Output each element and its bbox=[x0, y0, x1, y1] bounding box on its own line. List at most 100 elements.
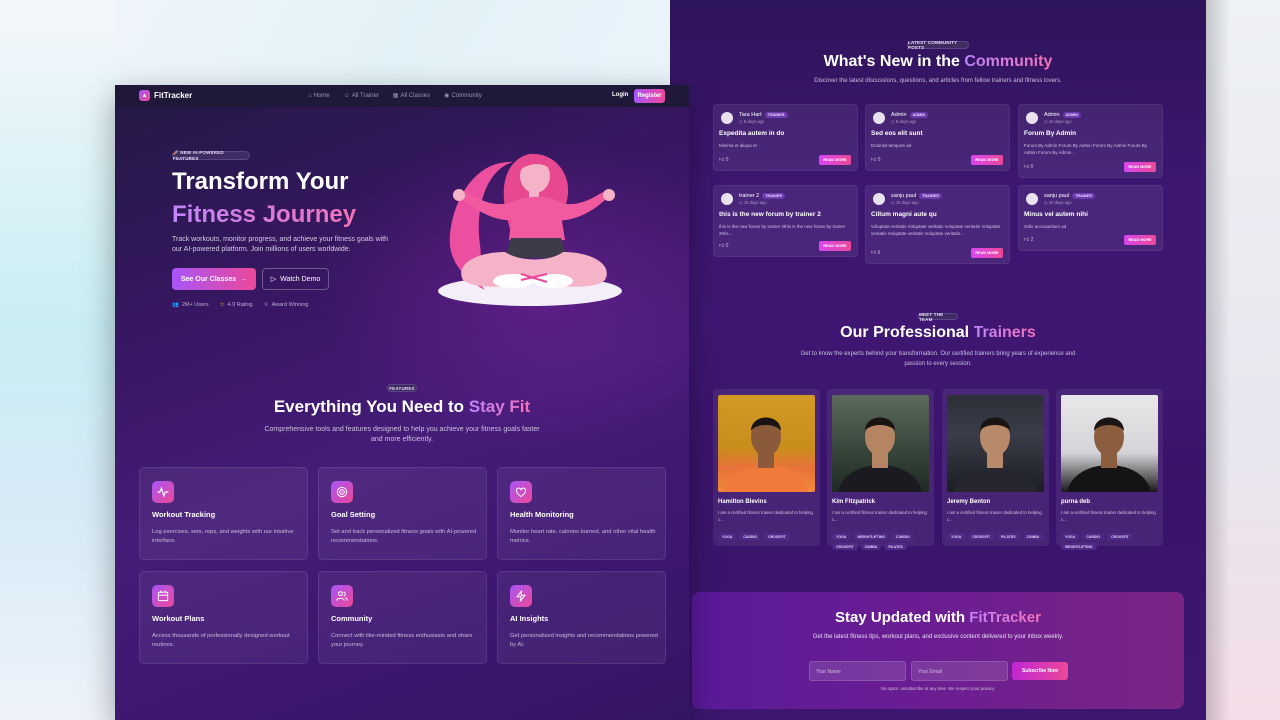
post-author: sanju paul TRAINER bbox=[1044, 193, 1095, 199]
subscribe-button[interactable]: Subscribe Now bbox=[1012, 662, 1068, 680]
target-icon bbox=[331, 481, 353, 503]
landing-page-panel: ▲ FitTracker ⌂ Home ☺ All Trainer ▦ All Cla… bbox=[115, 85, 689, 720]
like-count[interactable]: 👍︎ 6 bbox=[871, 250, 880, 256]
watch-demo-button[interactable]: ▷ Watch Demo bbox=[262, 268, 329, 290]
brand-name: FitTracker bbox=[154, 91, 193, 100]
nav-community[interactable]: ◉ Community bbox=[444, 92, 482, 100]
read-more-button[interactable]: READ MORE bbox=[971, 155, 1003, 165]
thumbs-up-icon: 👍︎ bbox=[719, 243, 725, 249]
features-badge: FEATURES bbox=[387, 384, 417, 392]
community-post-card[interactable]: trainer 2 TRAINER ◷ 10 days ago this is t… bbox=[713, 185, 858, 257]
post-author: sanju paul TRAINER bbox=[891, 193, 942, 199]
yoga-illustration bbox=[438, 153, 622, 306]
register-button[interactable]: Register bbox=[634, 89, 665, 103]
read-more-button[interactable]: READ MORE bbox=[971, 248, 1003, 258]
specialty-tag: YOGA bbox=[1061, 533, 1080, 540]
avatar bbox=[721, 193, 733, 205]
email-input[interactable]: Your Email bbox=[911, 661, 1008, 681]
feature-description: Access thousands of professionally desig… bbox=[152, 633, 290, 648]
specialty-tags: YOGA CROSSFIT PILATES ZUMBA bbox=[947, 533, 1047, 540]
grid-icon: ▦ bbox=[392, 93, 399, 99]
community-post-card[interactable]: Tara Hart TRAINER ◷ 8 days ago Expedita a… bbox=[713, 104, 858, 171]
features-subtitle: Comprehensive tools and features designe… bbox=[264, 426, 540, 443]
star-icon: ☆ bbox=[219, 302, 225, 308]
trainer-card[interactable]: purna deb I am a certified fitness train… bbox=[1056, 389, 1163, 550]
like-count[interactable]: 👍︎ 2 bbox=[1024, 237, 1033, 243]
feature-description: Monitor heart rate, calories burned, and… bbox=[510, 529, 656, 544]
community-subtitle: Discover the latest discussions, questio… bbox=[814, 78, 1062, 84]
trainer-card[interactable]: Hamilton Blevins I am a certified fitnes… bbox=[713, 389, 820, 546]
post-title: Forum By Admin bbox=[1024, 130, 1077, 137]
user-icon: ☺ bbox=[343, 92, 350, 99]
trainer-photo bbox=[718, 395, 815, 492]
award-stat: ♕ Award Winning bbox=[263, 302, 309, 308]
specialty-tag: CARDIO bbox=[1082, 533, 1105, 540]
post-excerpt: Forum By Admin Forum By Admin Forum By A… bbox=[1024, 143, 1148, 155]
read-more-button[interactable]: READ MORE bbox=[819, 241, 851, 251]
post-time: ◷ 10 days ago bbox=[739, 200, 767, 205]
feature-card[interactable]: Goal Setting Set and track personalized … bbox=[318, 467, 487, 560]
activity-icon bbox=[152, 481, 174, 503]
post-author: Admin ADMIN bbox=[1044, 112, 1082, 118]
thumbs-up-icon: 👍︎ bbox=[1024, 164, 1030, 170]
read-more-button[interactable]: READ MORE bbox=[1124, 235, 1156, 245]
post-title: Sed eos elit sunt bbox=[871, 130, 923, 137]
trainer-card[interactable]: Kim Fitzpatrick I am a certified fitness… bbox=[827, 389, 934, 550]
community-post-card[interactable]: sanju paul TRAINER ◷ 10 days ago Cillum m… bbox=[865, 185, 1010, 264]
specialty-tag: CROSSFIT bbox=[832, 543, 858, 550]
feature-card[interactable]: Workout Plans Access thousands of profes… bbox=[139, 571, 308, 664]
read-more-button[interactable]: READ MORE bbox=[1124, 162, 1156, 172]
community-post-card[interactable]: Admin ADMIN ◷ 8 days ago Sed eos elit sun… bbox=[865, 104, 1010, 171]
nav-all-trainer[interactable]: ☺ All Trainer bbox=[344, 92, 379, 99]
feature-card[interactable]: Workout Tracking Log exercises, sets, re… bbox=[139, 467, 308, 560]
feature-title: Community bbox=[331, 614, 373, 623]
nav-links: ⌂ Home ☺ All Trainer ▦ All Classes ◉ Communi… bbox=[308, 92, 482, 100]
dumbbell-icon: ▲ bbox=[139, 90, 150, 101]
newsletter-title: Stay Updated with FitTracker bbox=[835, 609, 1041, 626]
community-post-card[interactable]: sanju paul TRAINER ◷ 10 days ago Minus ve… bbox=[1018, 185, 1163, 251]
name-input[interactable]: Your Name bbox=[809, 661, 906, 681]
trophy-icon: ♕ bbox=[263, 302, 269, 308]
post-title: Minus vel autem nihi bbox=[1024, 211, 1088, 218]
community-badge: LATEST COMMUNITY POSTS bbox=[907, 40, 969, 50]
like-count[interactable]: 👍︎ 0 bbox=[719, 157, 728, 163]
trainer-card[interactable]: Jeremy Benton I am a certified fitness t… bbox=[942, 389, 1049, 546]
chat-icon: ◉ bbox=[444, 93, 450, 99]
post-time: ◷ 10 days ago bbox=[1044, 200, 1072, 205]
feature-card[interactable]: Community Connect with like-minded fitne… bbox=[318, 571, 487, 664]
feature-title: Workout Tracking bbox=[152, 510, 216, 519]
see-classes-button[interactable]: See Our Classes → bbox=[172, 268, 256, 290]
like-count[interactable]: 👍︎ 0 bbox=[719, 243, 728, 249]
community-post-card[interactable]: Admin ADMIN ◷ 10 days ago Forum By Admin … bbox=[1018, 104, 1163, 178]
feature-description: Get personalized insights and recommenda… bbox=[510, 633, 658, 648]
hero-title-line1: Transform Your bbox=[172, 168, 349, 195]
features-title: Everything You Need to Stay Fit bbox=[273, 397, 531, 416]
specialty-tag: CROSSFIT bbox=[1107, 533, 1133, 540]
feature-description: Log exercises, sets, reps, and weights w… bbox=[152, 529, 294, 544]
brand-logo[interactable]: ▲ FitTracker bbox=[139, 90, 192, 101]
trainer-name: Kim Fitzpatrick bbox=[832, 499, 876, 505]
feature-card[interactable]: AI Insights Get personalized insights an… bbox=[497, 571, 666, 664]
avatar bbox=[873, 112, 885, 124]
like-count[interactable]: 👍︎ 0 bbox=[1024, 164, 1033, 170]
specialty-tags: YOGA CARDIO CROSSFIT WEIGHTLIFTING bbox=[1061, 533, 1161, 550]
trainer-photo bbox=[947, 395, 1044, 492]
privacy-note: No spam, unsubscribe at any time. We res… bbox=[880, 686, 996, 691]
calendar-icon bbox=[152, 585, 174, 607]
hero-subtitle: Track workouts, monitor progress, and ac… bbox=[172, 236, 389, 253]
trainer-name: Hamilton Blevins bbox=[718, 499, 767, 505]
trainer-bio: I am a certified fitness trainer dedicat… bbox=[832, 510, 927, 522]
nav-home[interactable]: ⌂ Home bbox=[308, 92, 330, 99]
nav-all-classes[interactable]: ▦ All Classes bbox=[392, 92, 430, 100]
trainer-name: purna deb bbox=[1061, 499, 1091, 505]
specialty-tag: ZUMBA bbox=[860, 543, 882, 550]
feature-title: Health Monitoring bbox=[510, 510, 574, 519]
login-link[interactable]: Login bbox=[612, 92, 628, 98]
feature-card[interactable]: Health Monitoring Monitor heart rate, ca… bbox=[497, 467, 666, 560]
read-more-button[interactable]: READ MORE bbox=[819, 155, 851, 165]
specialty-tag: YOGA bbox=[832, 533, 851, 540]
specialty-tags: YOGA WEIGHTLIFTING CARDIO CROSSFIT ZUMBA PILA… bbox=[832, 533, 932, 550]
heart-icon bbox=[510, 481, 532, 503]
post-excerpt: Odio accusantium ad bbox=[1024, 224, 1067, 229]
like-count[interactable]: 👍︎ 0 bbox=[871, 157, 880, 163]
